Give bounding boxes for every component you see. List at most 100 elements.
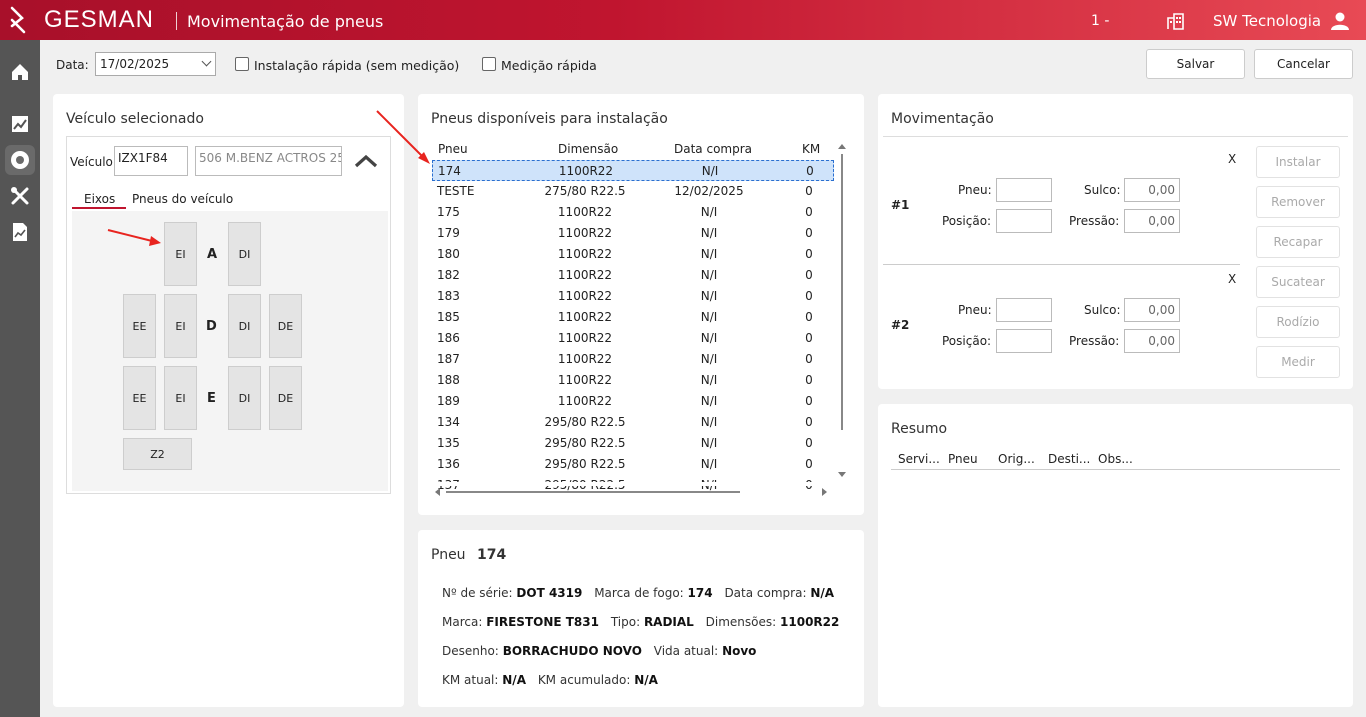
- cell-pneu: TESTE: [437, 184, 475, 198]
- tire-slot-e-di[interactable]: DI: [228, 366, 261, 430]
- vertical-scrollbar[interactable]: [836, 140, 848, 482]
- type-value: RADIAL: [643, 615, 694, 629]
- user-icon[interactable]: [1330, 11, 1350, 31]
- entry-2-pressao-field[interactable]: 0,00: [1124, 329, 1180, 353]
- tire-slot-d-ei[interactable]: EI: [164, 294, 197, 358]
- vehicle-label: Veículo: [70, 155, 113, 169]
- tire-slot-d-ee[interactable]: EE: [123, 294, 156, 358]
- app-logo-icon[interactable]: [8, 6, 32, 34]
- table-row[interactable]: 134 295/80 R22.5 N/I 0: [432, 412, 834, 433]
- cell-data-compra: N/I: [700, 331, 718, 345]
- tire-icon[interactable]: [5, 145, 35, 175]
- summary-col-origem[interactable]: Orig...: [998, 452, 1035, 466]
- cell-data-compra: N/I: [700, 247, 718, 261]
- entry-2-pressao-label: Pressão:: [1069, 334, 1120, 348]
- header-counter: 1 -: [1091, 13, 1110, 29]
- vehicle-model-field[interactable]: 506 M.BENZ ACTROS 25: [195, 146, 342, 176]
- summary-panel: [878, 404, 1353, 707]
- quick-install-label: Instalação rápida (sem medição): [254, 58, 460, 73]
- tab-eixos[interactable]: Eixos: [84, 192, 115, 206]
- chevron-down-icon[interactable]: [201, 56, 212, 67]
- save-button[interactable]: Salvar: [1146, 49, 1245, 79]
- table-row[interactable]: 188 1100R22 N/I 0: [432, 370, 834, 391]
- dashboard-icon[interactable]: [8, 112, 32, 136]
- summary-col-servico[interactable]: Servi...: [898, 452, 940, 466]
- table-row[interactable]: 187 1100R22 N/I 0: [432, 349, 834, 370]
- table-row[interactable]: 189 1100R22 N/I 0: [432, 391, 834, 412]
- tire-slot-e-ee[interactable]: EE: [123, 366, 156, 430]
- entry-1-sulco-field[interactable]: 0,00: [1124, 178, 1180, 202]
- table-row[interactable]: 180 1100R22 N/I 0: [432, 244, 834, 265]
- table-row[interactable]: 185 1100R22 N/I 0: [432, 307, 834, 328]
- entry-1-pressao-field[interactable]: 0,00: [1124, 209, 1180, 233]
- table-row[interactable]: 179 1100R22 N/I 0: [432, 223, 834, 244]
- col-data-compra[interactable]: Data compra: [674, 142, 752, 156]
- table-row[interactable]: 186 1100R22 N/I 0: [432, 328, 834, 349]
- type-label: Tipo:: [610, 615, 641, 629]
- entry-2-posicao-field[interactable]: [996, 329, 1052, 353]
- tire-slot-a-ei[interactable]: EI: [164, 222, 197, 286]
- col-pneu[interactable]: Pneu: [438, 142, 468, 156]
- cancel-button[interactable]: Cancelar: [1254, 49, 1353, 79]
- measure-button[interactable]: Medir: [1256, 346, 1340, 378]
- cell-km: 0: [805, 205, 813, 219]
- company-name[interactable]: SW Tecnologia: [1213, 12, 1321, 30]
- entry-1-posicao-field[interactable]: [996, 209, 1052, 233]
- remove-entry-2-button[interactable]: X: [1228, 272, 1236, 286]
- cell-pneu: 187: [437, 352, 460, 366]
- date-label: Data:: [56, 58, 89, 72]
- summary-col-pneu[interactable]: Pneu: [948, 452, 978, 466]
- col-dimensao[interactable]: Dimensão: [558, 142, 618, 156]
- quick-measure-checkbox[interactable]: [482, 57, 496, 71]
- entry-1-pneu-field[interactable]: [996, 178, 1052, 202]
- serial-value: DOT 4319: [516, 586, 583, 600]
- install-button[interactable]: Instalar: [1256, 146, 1340, 178]
- purchase-value: N/A: [810, 586, 835, 600]
- tire-slot-e-ei[interactable]: EI: [164, 366, 197, 430]
- tire-slot-spare[interactable]: Z2: [123, 438, 192, 470]
- app-header: GESMAN Movimentação de pneus 1 - SW Tecn…: [0, 0, 1366, 40]
- tire-slot-a-di[interactable]: DI: [228, 222, 261, 286]
- cell-pneu: 182: [437, 268, 460, 282]
- tools-icon[interactable]: [8, 184, 32, 208]
- entry-1-sulco-label: Sulco:: [1084, 183, 1121, 197]
- cell-km: 0: [805, 184, 813, 198]
- retread-button[interactable]: Recapar: [1256, 226, 1340, 258]
- tire-slot-e-de[interactable]: DE: [269, 366, 302, 430]
- table-row[interactable]: 175 1100R22 N/I 0: [432, 202, 834, 223]
- rotation-button[interactable]: Rodízio: [1256, 306, 1340, 338]
- brandmark-value: 174: [687, 586, 713, 600]
- report-icon[interactable]: [8, 220, 32, 244]
- table-row[interactable]: 183 1100R22 N/I 0: [432, 286, 834, 307]
- table-row[interactable]: 174 1100R22 N/I 0: [432, 160, 834, 181]
- cell-dimensao: 1100R22: [557, 310, 613, 324]
- col-km[interactable]: KM: [802, 142, 820, 156]
- cell-km: 0: [805, 436, 813, 450]
- building-icon[interactable]: [1166, 11, 1186, 31]
- table-row[interactable]: 136 295/80 R22.5 N/I 0: [432, 454, 834, 475]
- table-row[interactable]: 135 295/80 R22.5 N/I 0: [432, 433, 834, 454]
- summary-col-obs[interactable]: Obs...: [1098, 452, 1133, 466]
- entry-2-pneu-field[interactable]: [996, 298, 1052, 322]
- entry-2-sulco-field[interactable]: 0,00: [1124, 298, 1180, 322]
- summary-col-destino[interactable]: Desti...: [1048, 452, 1090, 466]
- table-row[interactable]: 182 1100R22 N/I 0: [432, 265, 834, 286]
- remove-entry-1-button[interactable]: X: [1228, 152, 1236, 166]
- cell-dimensao: 295/80 R22.5: [544, 415, 626, 429]
- tire-slot-d-de[interactable]: DE: [269, 294, 302, 358]
- movement-divider: [883, 136, 1348, 137]
- date-field[interactable]: 17/02/2025: [95, 52, 216, 76]
- remove-button[interactable]: Remover: [1256, 186, 1340, 218]
- vehicle-plate-field[interactable]: IZX1F84: [114, 146, 188, 176]
- tire-info-line-2: Marca: FIRESTONE T831 Tipo: RADIAL Dimen…: [442, 615, 839, 629]
- cell-data-compra: N/I: [700, 457, 718, 471]
- home-icon[interactable]: [8, 60, 32, 84]
- table-row[interactable]: TESTE 275/80 R22.5 12/02/2025 0: [432, 181, 834, 202]
- horizontal-scrollbar[interactable]: [432, 486, 836, 498]
- tab-pneus-veiculo[interactable]: Pneus do veículo: [132, 192, 233, 206]
- cell-dimensao: 1100R22: [557, 205, 613, 219]
- quick-install-checkbox[interactable]: [235, 57, 249, 71]
- cell-dimensao: 1100R22: [557, 226, 613, 240]
- scrap-button[interactable]: Sucatear: [1256, 266, 1340, 298]
- tire-slot-d-di[interactable]: DI: [228, 294, 261, 358]
